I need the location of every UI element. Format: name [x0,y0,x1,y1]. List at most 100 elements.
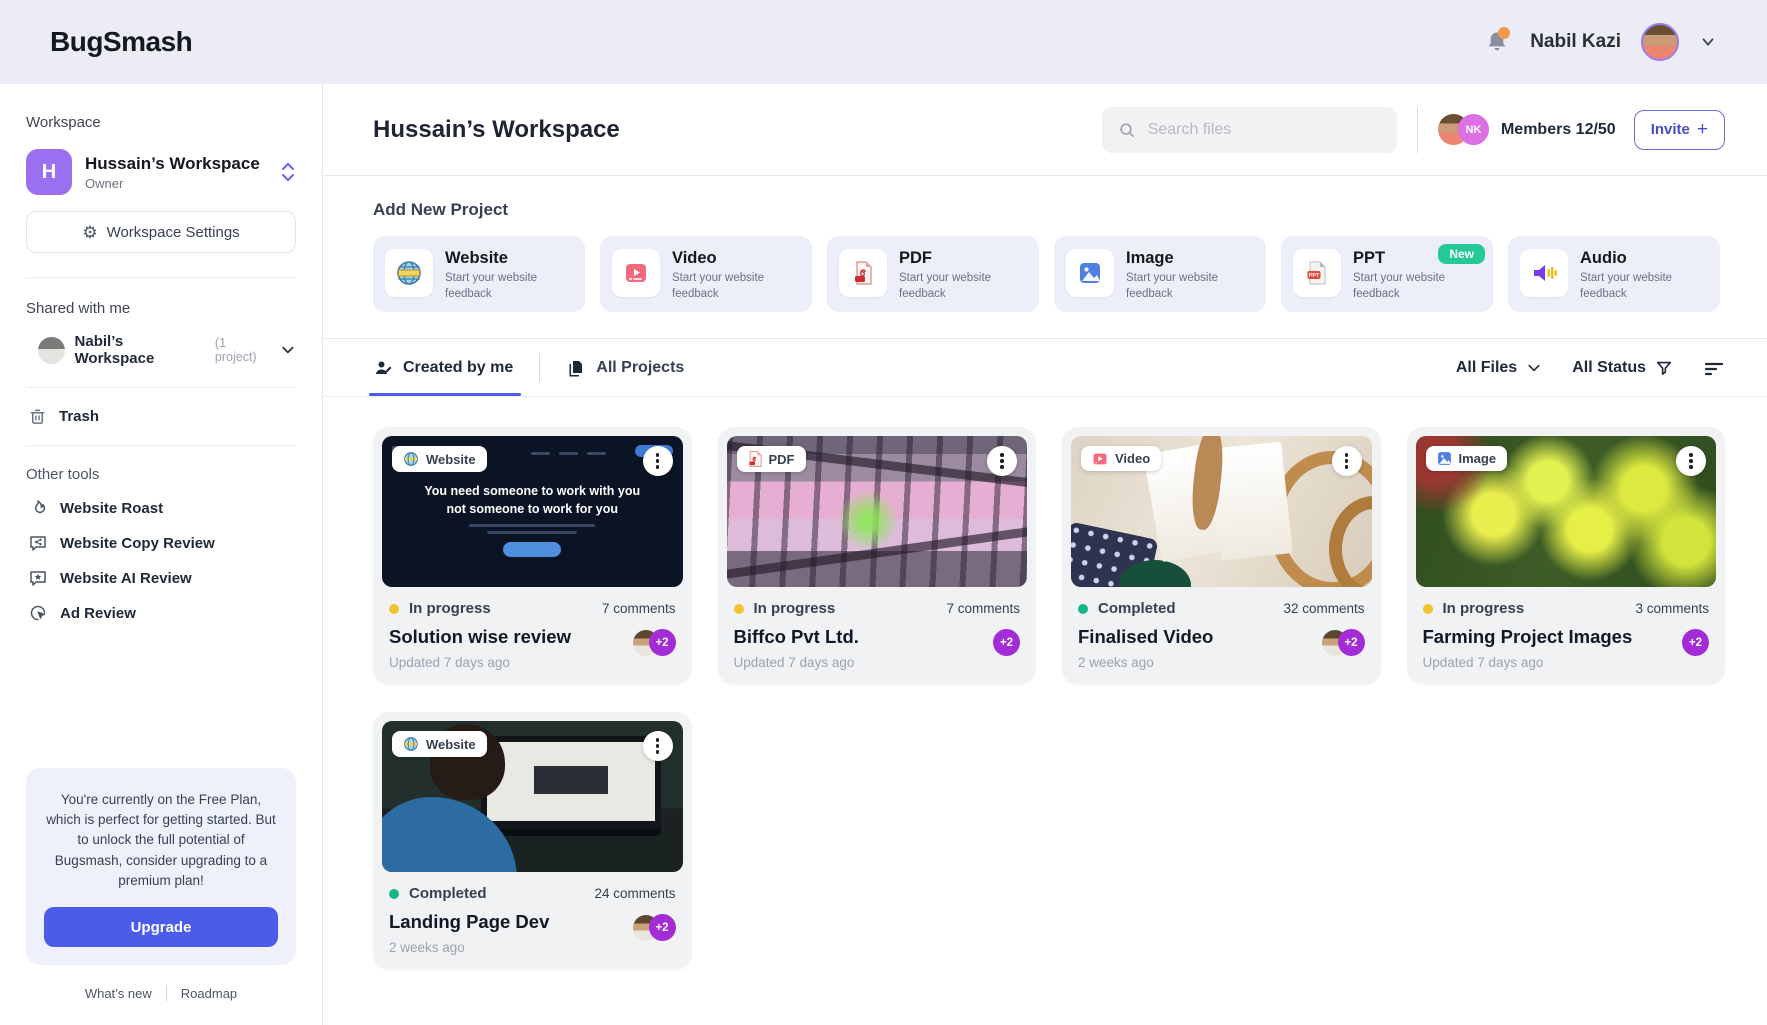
workspace-settings-label: Workspace Settings [107,224,240,241]
status-dot [1423,604,1433,614]
project-meta: Updated 7 days ago [734,655,1021,670]
roadmap-link[interactable]: Roadmap [181,986,237,1001]
upgrade-button[interactable]: Upgrade [44,907,278,947]
all-files-dropdown[interactable]: All Files [1456,359,1542,377]
project-thumbnail: Website [382,721,683,872]
video-icon [622,259,650,287]
workspace-switcher[interactable]: H Hussain’s Workspace Owner [26,149,296,195]
funnel-icon [1655,359,1673,377]
type-tag: Video [1081,446,1161,471]
sidebar-item-trash[interactable]: Trash [26,388,296,446]
tool-label: Website Copy Review [60,535,215,552]
main-content: Hussain’s Workspace NK Members 12/50 Inv… [323,84,1767,1025]
add-card-label: PDF [899,249,1027,268]
chat-share-icon [28,533,48,553]
collaborators[interactable]: +2 [1692,629,1709,656]
search-input[interactable] [1148,121,1381,139]
filter-label: All Status [1572,359,1646,377]
tab-all-projects[interactable]: All Projects [540,339,684,396]
globe-icon [395,259,423,287]
type-tag-label: PDF [769,452,795,467]
project-card[interactable]: SolutionWise You need someone to work wi… [373,427,692,684]
kebab-menu-icon[interactable] [643,446,673,476]
video-icon [1092,452,1108,466]
project-card[interactable]: PDF In progress 7 comments Biffco Pvt Lt… [718,427,1037,684]
app-logo: BugSmash [50,26,192,58]
trash-label: Trash [59,408,99,425]
add-pdf-card[interactable]: PDF Start your website feedback [827,236,1039,312]
project-card[interactable]: Image In progress 3 comments Farming Pro… [1407,427,1726,684]
project-thumbnail: Image [1416,436,1717,587]
add-card-label: Image [1126,249,1254,268]
globe-icon [403,451,419,467]
project-thumbnail: Video [1071,436,1372,587]
workspace-switch-icon[interactable] [280,161,296,183]
shared-workspace-count: (1 project) [215,336,270,364]
collaborators[interactable]: +2 [1322,629,1365,656]
add-video-card[interactable]: Video Start your website feedback [600,236,812,312]
other-tools-label: Other tools [26,466,296,483]
chevron-down-icon[interactable] [1699,33,1717,51]
tab-created-by-me[interactable]: Created by me [373,339,539,396]
invite-button[interactable]: Invite + [1634,110,1725,150]
sidebar-item-website-copy-review[interactable]: Website Copy Review [26,533,296,553]
type-tag-label: Video [1115,451,1150,466]
chevron-down-icon[interactable] [280,342,296,358]
project-title: Biffco Pvt Ltd. [734,626,1021,648]
search-box[interactable] [1102,107,1397,153]
comments-count: 7 comments [602,601,676,616]
kebab-menu-icon[interactable] [1676,446,1706,476]
collaborators[interactable]: +2 [1003,629,1020,656]
user-avatar[interactable] [1641,23,1679,61]
extra-collaborators-badge: +2 [649,914,676,941]
kebab-menu-icon[interactable] [987,446,1017,476]
sidebar-item-website-ai-review[interactable]: Website AI Review [26,568,296,588]
upsell-text: You're currently on the Free Plan, which… [44,790,278,891]
workspace-settings-button[interactable]: ⚙ Workspace Settings [26,211,296,253]
pdf-icon [748,451,762,467]
type-tag: Website [392,446,487,472]
comments-count: 32 comments [1283,601,1364,616]
add-ppt-card[interactable]: New PPT PPT Start your website feedback [1281,236,1493,312]
whats-new-link[interactable]: What’s new [85,986,152,1001]
sidebar-item-ad-review[interactable]: Ad Review [26,603,296,623]
status-label: Completed [1098,600,1176,617]
sidebar-item-shared-workspace[interactable]: Nabil’s Workspace (1 project) [26,333,296,367]
extra-collaborators-badge: +2 [993,629,1020,656]
members-avatar-stack[interactable]: NK [1438,114,1489,145]
audio-icon [1530,259,1558,287]
tool-label: Ad Review [60,605,136,622]
notifications-bell-icon[interactable] [1484,29,1510,55]
kebab-menu-icon[interactable] [1332,446,1362,476]
plus-icon: + [1697,119,1708,141]
members-count: Members 12/50 [1501,121,1616,139]
project-card[interactable]: Website Completed 24 comments Landing Pa… [373,712,692,969]
workspace-name: Hussain’s Workspace [85,154,260,174]
add-audio-card[interactable]: Audio Start your website feedback [1508,236,1720,312]
svg-text:PPT: PPT [1309,273,1320,279]
sort-button[interactable] [1703,359,1725,377]
image-icon [1076,259,1104,287]
ppt-icon: PPT [1303,259,1331,287]
comments-count: 24 comments [594,886,675,901]
workspace-avatar: H [26,149,72,195]
sidebar-item-website-roast[interactable]: Website Roast [26,498,296,518]
status-label: In progress [409,600,491,617]
kebab-menu-icon[interactable] [643,731,673,761]
all-status-filter[interactable]: All Status [1572,359,1673,377]
collaborators[interactable]: +2 [633,629,676,656]
projects-icon [566,358,586,378]
add-card-description: Start your website feedback [672,271,800,302]
free-plan-upsell: You're currently on the Free Plan, which… [26,768,296,965]
invite-label: Invite [1651,121,1690,138]
add-image-card[interactable]: Image Start your website feedback [1054,236,1266,312]
extra-collaborators-badge: +2 [1338,629,1365,656]
add-website-card[interactable]: Website Start your website feedback [373,236,585,312]
tool-label: Website AI Review [60,570,192,587]
project-card[interactable]: Video Completed 32 comments Finalised Vi… [1062,427,1381,684]
filter-label: All Files [1456,359,1517,377]
add-card-description: Start your website feedback [1126,271,1254,302]
add-card-description: Start your website feedback [445,271,573,302]
project-thumbnail: PDF [727,436,1028,587]
collaborators[interactable]: +2 [633,914,676,941]
